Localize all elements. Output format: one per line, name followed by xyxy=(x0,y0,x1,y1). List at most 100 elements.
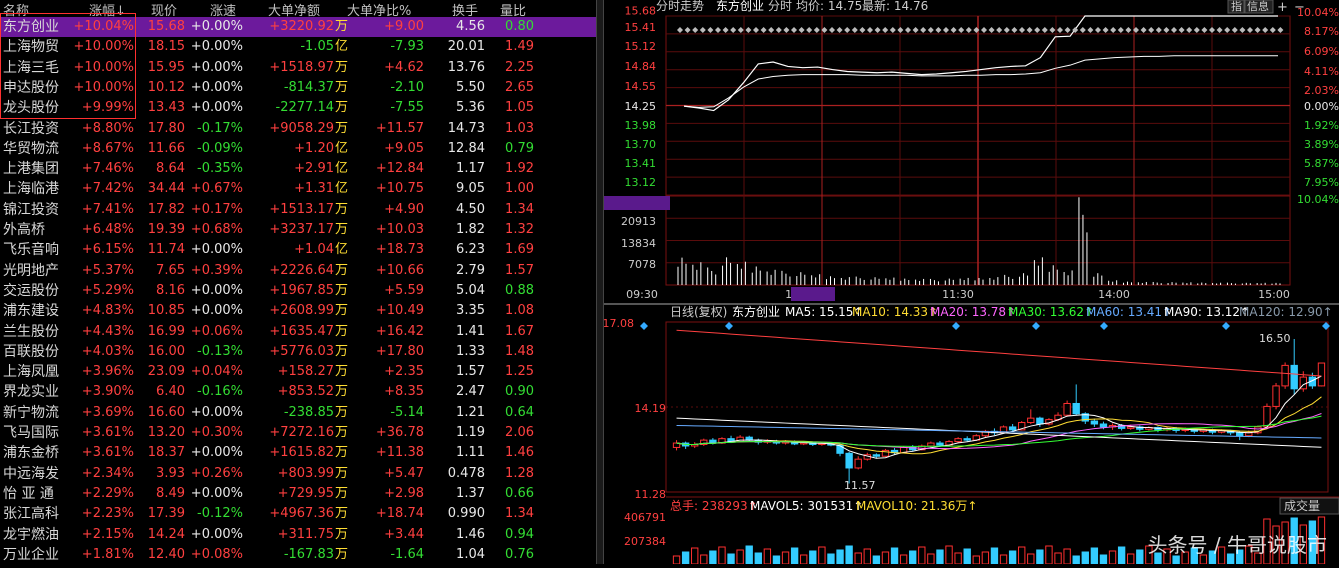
kline-volume-bar xyxy=(1063,548,1071,565)
cell-turn: 12.84 xyxy=(447,140,485,156)
table-row[interactable]: 光明地产 +5.37% 7.65 +0.39% +2226.64 万 +10.66 2.79 1… xyxy=(0,261,596,281)
cell-chg: +4.83% xyxy=(81,303,134,319)
kline-period[interactable]: 日线(复权) xyxy=(670,305,727,319)
table-row[interactable]: 上海三毛 +10.00% 15.95 +0.00% +1518.97 万 +4.62 13.7… xyxy=(0,58,596,78)
cell-ratio: -2.10 xyxy=(390,79,424,95)
cell-speed: +0.17% xyxy=(190,201,243,217)
event-diamond xyxy=(836,27,843,33)
event-diamond xyxy=(1011,27,1018,33)
event-diamond xyxy=(806,27,813,33)
kline-volume-bar xyxy=(800,554,808,565)
cell-chg: +3.96% xyxy=(81,364,134,380)
table-row[interactable]: 百联股份 +4.03% 16.00 -0.13% +5776.03 万 +17.80 1.33… xyxy=(0,342,596,362)
table-row[interactable]: 中远海发 +2.34% 3.93 +0.26% +803.99 万 +5.47 0.478 1.… xyxy=(0,464,596,484)
cell-unit: 亿 xyxy=(335,140,349,156)
cell-speed: +0.00% xyxy=(190,242,243,258)
table-row[interactable]: 飞乐音响 +6.15% 11.74 +0.00% +1.04 亿 +18.73 6.23 1.6… xyxy=(0,240,596,260)
cell-chg: +3.61% xyxy=(81,445,134,461)
cell-speed: +0.00% xyxy=(190,59,243,75)
cell-name: 上海凤凰 xyxy=(3,364,59,381)
table-row[interactable]: 飞马国际 +3.61% 13.20 +0.30% +7272.16 万 +36.78 1.19… xyxy=(0,423,596,443)
intraday-last: 最新: 14.76 xyxy=(862,0,928,13)
cell-name: 光明地产 xyxy=(3,262,59,279)
table-row[interactable]: 上海物贸 +10.00% 18.15 +0.00% -1.05 亿 -7.93 20.01 1.… xyxy=(0,37,596,57)
event-diamond xyxy=(874,27,881,33)
cell-unit: 万 xyxy=(335,282,349,298)
kline-volume-bar xyxy=(691,547,699,565)
event-diamond xyxy=(1049,27,1056,33)
cell-net: +1.20 xyxy=(294,140,334,156)
intraday-axis: 15.68 15.41 15.12 14.84 14.55 14.25 13.98 13.70… xyxy=(621,5,1339,302)
kline-volume-bar xyxy=(1036,549,1044,565)
zoom-in-button[interactable]: + xyxy=(1277,0,1288,15)
cell-price: 14.24 xyxy=(147,526,185,542)
table-row[interactable]: 东方创业 +10.04% 15.68 +0.00% +3220.92 万 +9.00 4.56… xyxy=(0,17,596,38)
table-row[interactable]: 浦东建设 +4.83% 10.85 +0.00% +2608.99 万 +10.49 3.35… xyxy=(0,301,596,321)
table-row[interactable]: 界龙实业 +3.90% 6.40 -0.16% +853.52 万 +8.35 2.47 0.9… xyxy=(0,382,596,402)
event-diamond xyxy=(1209,27,1215,33)
table-row[interactable]: 长江投资 +8.80% 17.80 -0.17% +9058.29 万 +11.57 14.7… xyxy=(0,119,596,139)
intraday-pct-tick: 4.11% xyxy=(1304,65,1339,78)
cell-price: 13.43 xyxy=(147,100,185,116)
cell-speed: +0.26% xyxy=(190,465,243,481)
cell-turn: 3.35 xyxy=(456,303,485,319)
cell-chg: +7.46% xyxy=(81,161,134,177)
cell-price: 15.68 xyxy=(147,19,185,34)
table-row[interactable]: 锦江投资 +7.41% 17.82 +0.17% +1513.17 万 +4.90 4.50 1… xyxy=(0,200,596,220)
table-row[interactable]: 张江高科 +2.23% 17.39 -0.12% +4967.36 万 +18.74 0.99… xyxy=(0,504,596,524)
avg-price-line xyxy=(683,55,1278,108)
panel-splitter[interactable] xyxy=(596,0,604,564)
kline-volume-bar xyxy=(918,546,926,565)
table-row[interactable]: 交运股份 +5.29% 8.16 +0.00% +1967.85 万 +5.59 5.04 0.… xyxy=(0,281,596,301)
table-row[interactable]: 兰生股份 +4.43% 16.99 +0.06% +1635.47 万 +16.42 1.41… xyxy=(0,322,596,342)
cell-turn: 6.23 xyxy=(456,242,485,258)
table-row[interactable]: 华贸物流 +8.67% 11.66 -0.09% +1.20 亿 +9.05 12.84 0.7… xyxy=(0,139,596,159)
event-diamond xyxy=(753,27,759,33)
cell-price: 17.80 xyxy=(147,120,185,136)
cell-unit: 万 xyxy=(335,201,349,217)
cell-speed: -0.09% xyxy=(197,140,243,156)
cell-price: 19.39 xyxy=(147,222,185,237)
table-row[interactable]: 万业企业 +1.81% 12.40 +0.08% -167.83 万 -1.64 1.04 0.… xyxy=(0,545,596,565)
cell-chg: +4.43% xyxy=(81,323,134,339)
candle-body xyxy=(936,442,944,446)
cell-vr: 1.34 xyxy=(505,201,534,217)
intraday-price-tick: 14.84 xyxy=(625,60,657,73)
table-row[interactable]: 龙宇燃油 +2.15% 14.24 +0.00% +311.75 万 +3.44 1.46 0.… xyxy=(0,525,596,545)
cell-ratio: +10.49 xyxy=(375,303,424,319)
event-diamond xyxy=(760,27,767,33)
kline-volume-bar xyxy=(1136,549,1144,565)
cell-net: +3220.92 xyxy=(269,19,334,34)
table-row[interactable]: 怡 亚 通 +2.29% 8.49 +0.00% +729.95 万 +2.98 1.37 0.… xyxy=(0,484,596,504)
cell-chg: +4.03% xyxy=(81,343,134,359)
intraday-time-tick: 14:00 xyxy=(1098,288,1130,301)
table-row[interactable]: 浦东金桥 +3.61% 18.37 +0.00% +1615.82 万 +11.38 1.11… xyxy=(0,443,596,463)
cell-speed: +0.67% xyxy=(190,181,243,197)
intraday-price-tick: 15.68 xyxy=(625,5,657,18)
cell-name: 百联股份 xyxy=(3,343,59,360)
table-row[interactable]: 上港集团 +7.46% 8.64 -0.35% +2.91 亿 +12.84 1.17 1.92 xyxy=(0,159,596,179)
table-row[interactable]: 申达股份 +10.00% 10.12 +0.00% -814.37 万 -2.10 5.50 2… xyxy=(0,78,596,98)
cell-name: 东方创业 xyxy=(3,19,59,35)
event-diamond xyxy=(1003,27,1010,33)
table-row[interactable]: 新宁物流 +3.69% 16.60 +0.00% -238.85 万 -5.14 1.21 0.… xyxy=(0,403,596,423)
cell-ratio: +8.35 xyxy=(384,384,424,400)
table-row[interactable]: 上海凤凰 +3.96% 23.09 +0.04% +158.27 万 +2.35 1.57 1.… xyxy=(0,362,596,382)
cell-ratio: -5.14 xyxy=(390,404,424,420)
cell-price: 15.95 xyxy=(147,59,185,75)
event-diamond xyxy=(1216,27,1223,33)
cell-price: 8.49 xyxy=(156,485,185,501)
cell-vr: 1.49 xyxy=(505,39,534,55)
cell-name: 外高桥 xyxy=(3,222,45,238)
cell-price: 8.16 xyxy=(156,282,185,298)
cell-name: 兰生股份 xyxy=(3,323,59,340)
cell-ratio: +2.35 xyxy=(384,364,424,380)
table-row[interactable]: 外高桥 +6.48% 19.39 +0.68% +3237.17 万 +10.03 1.82 1… xyxy=(0,220,596,240)
cell-chg: +9.99% xyxy=(81,100,134,116)
table-row[interactable]: 上海临港 +7.42% 34.44 +0.67% +1.31 亿 +10.75 9.05 1.0… xyxy=(0,179,596,199)
table-row[interactable]: 龙头股份 +9.99% 13.43 +0.00% -2277.14 万 -7.55 5.36 1… xyxy=(0,98,596,118)
kline-volume-bar xyxy=(990,547,999,565)
event-diamond xyxy=(1034,27,1041,33)
event-diamond xyxy=(1117,27,1124,33)
cell-unit: 亿 xyxy=(335,161,349,177)
